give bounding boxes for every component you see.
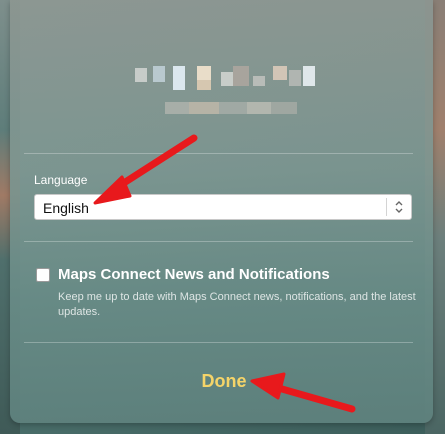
news-notifications-checkbox[interactable] — [36, 268, 50, 282]
divider-bottom — [24, 342, 413, 343]
redacted-account-name — [125, 62, 325, 122]
language-select[interactable]: English — [34, 194, 412, 220]
up-down-chevron-icon[interactable] — [393, 198, 405, 216]
divider-middle — [24, 241, 413, 242]
news-notifications-description: Keep me up to date with Maps Connect new… — [58, 291, 416, 318]
language-selected-value: English — [43, 200, 89, 216]
done-button[interactable]: Done — [184, 369, 264, 393]
select-divider — [386, 198, 387, 216]
language-label: Language — [34, 173, 88, 187]
news-notifications-label: Maps Connect News and Notifications — [58, 266, 330, 283]
divider-top — [24, 153, 413, 154]
